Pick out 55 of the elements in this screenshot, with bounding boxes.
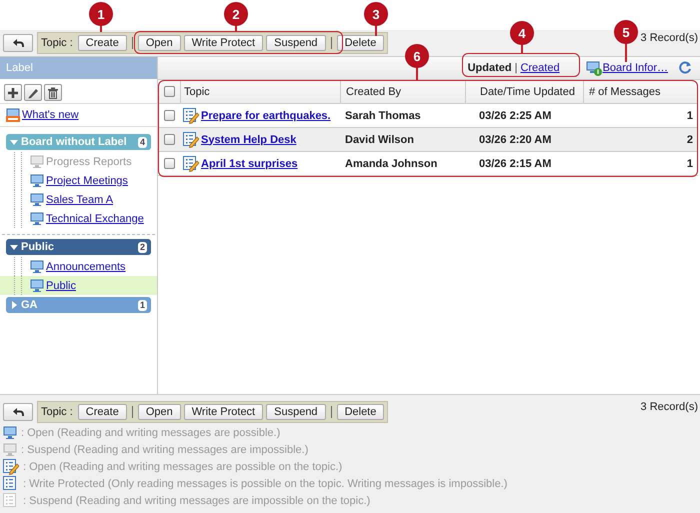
callout-marker: 5 <box>614 20 638 44</box>
toolbar-button[interactable]: Suspend <box>266 35 326 51</box>
board-link[interactable]: Public <box>46 280 76 292</box>
sidebar-title: Label <box>6 62 33 74</box>
legend-text: : Suspend (Reading and writing messages are impossible.) <box>21 444 308 456</box>
toolbar-label: Topic : <box>41 406 73 418</box>
board-link[interactable]: Sales Team A <box>46 194 114 206</box>
board-info-link[interactable]: Board Infor… <box>602 62 668 74</box>
board-link[interactable]: Announcements <box>46 260 126 272</box>
label-header[interactable]: Board without Label 4 <box>6 134 151 150</box>
column-header[interactable]: Created By <box>340 80 465 103</box>
board-link[interactable]: Technical Exchange <box>46 212 144 224</box>
topic-link[interactable]: April 1st surprises <box>201 158 298 170</box>
toolbar-button[interactable]: Write Protect <box>184 35 264 51</box>
callout-marker: 4 <box>510 21 534 45</box>
record-count: 3 Record(s) <box>640 32 698 44</box>
toolbar-button[interactable]: Create <box>78 35 127 51</box>
label-header[interactable]: GA 1 <box>6 297 151 313</box>
table-cell-text: Sarah Thomas <box>344 108 422 124</box>
column-header[interactable]: Topic <box>180 80 340 103</box>
table-cell-text: Amanda Johnson <box>344 156 438 172</box>
table-cell-text: David Wilson <box>344 132 415 148</box>
table-cell-text: 1 <box>686 156 694 172</box>
table-cell-text: 1 <box>686 108 694 124</box>
column-header[interactable]: Date/Time Updated <box>465 80 583 103</box>
count-badge: 2 <box>138 242 147 252</box>
whats-new-link[interactable]: What's new <box>22 109 79 121</box>
topic-link[interactable]: System Help Desk <box>201 134 296 146</box>
table-cell-text: 03/26 2:20 AM <box>478 132 552 148</box>
record-count: 3 Record(s) <box>640 401 698 413</box>
toolbar-button[interactable]: Suspend <box>266 404 326 420</box>
toolbar-button[interactable]: Delete <box>336 35 384 51</box>
column-header[interactable]: # of Messages <box>583 80 698 103</box>
label-header[interactable]: Public 2 <box>6 239 151 255</box>
toolbar-button[interactable]: Delete <box>336 404 384 420</box>
toolbar-button[interactable]: Write Protect <box>184 404 264 420</box>
board-link[interactable]: Project Meetings <box>46 174 128 186</box>
legend-text: : Open (Reading and writing messages are possible on the topic.) <box>23 460 342 472</box>
toolbar-button[interactable]: Create <box>78 404 127 420</box>
legend-text: : Open (Reading and writing messages are possible.) <box>21 426 280 438</box>
count-badge: 4 <box>138 136 147 148</box>
topic-link[interactable]: Prepare for earthquakes. <box>201 110 331 122</box>
toolbar-button[interactable]: Open <box>138 404 181 420</box>
separator-text: | <box>514 62 518 74</box>
callout-marker: 6 <box>405 44 429 68</box>
sort-option[interactable]: Updated <box>468 62 512 74</box>
toolbar-label: Topic : <box>41 37 73 49</box>
table-cell-text: 2 <box>686 132 694 148</box>
sort-option[interactable]: Created <box>520 62 560 74</box>
table-cell-text: 03/26 2:25 AM <box>478 108 552 124</box>
count-badge: 1 <box>138 300 147 310</box>
legend-text: : Suspend (Reading and writing messages are impossible on the topic.) <box>23 494 370 506</box>
legend-text: : Write Protected (Only reading messages is possible on the topic. Writing messages is impossible.) <box>23 478 508 490</box>
table-cell-text: 03/26 2:15 AM <box>478 156 552 172</box>
toolbar-button[interactable]: Open <box>138 35 181 51</box>
